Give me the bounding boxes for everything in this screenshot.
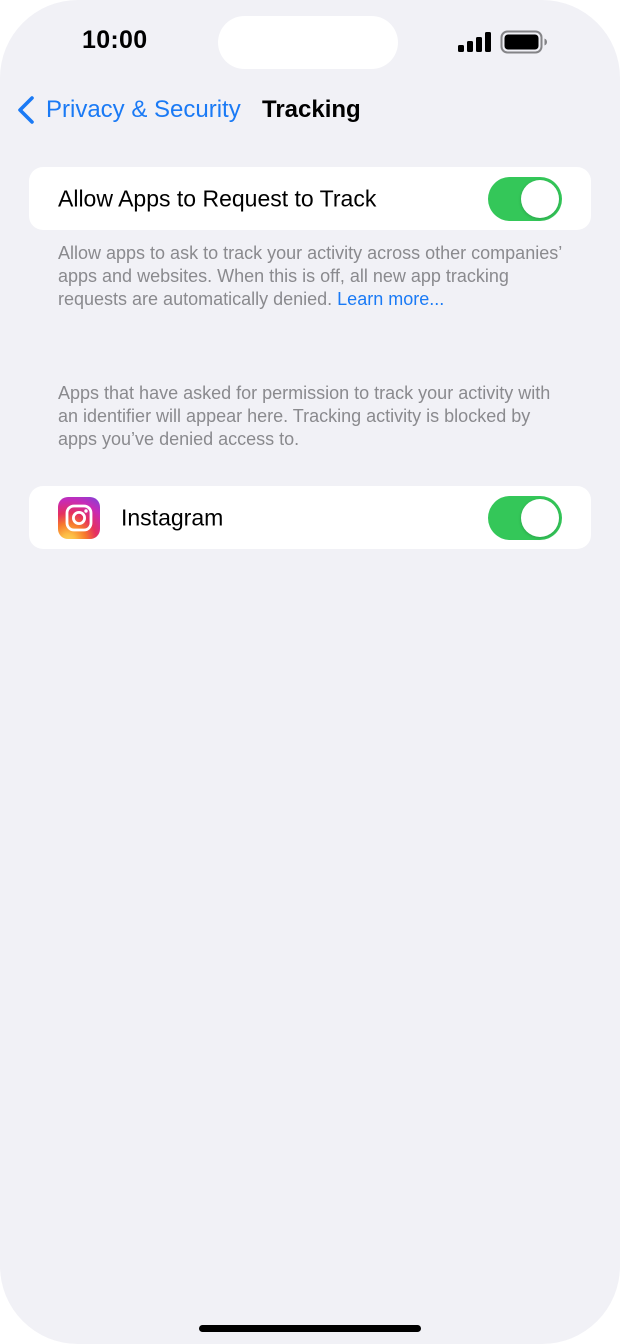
learn-more-link[interactable]: Learn more... [337,289,444,309]
app-row-instagram: Instagram [29,486,591,549]
instagram-tracking-toggle[interactable] [488,495,562,540]
instagram-icon [58,496,100,539]
status-time: 10:00 [82,26,148,54]
toggle-knob [521,179,559,218]
apps-section-footnote: Apps that have asked for permission to t… [58,383,551,449]
toggle-knob [521,498,559,537]
dynamic-island [218,16,398,69]
allow-tracking-label: Allow Apps to Request to Track [58,185,377,211]
phone-screen: 10:00 Privacy & Security Tracking Allow … [0,0,620,1344]
navigation-bar: Privacy & Security Tracking [0,86,620,134]
app-name: Instagram [121,504,224,530]
page-title: Tracking [262,96,361,123]
chevron-left-icon [18,96,34,124]
back-button[interactable]: Privacy & Security [16,92,241,128]
allow-tracking-footnote-text: Allow apps to ask to track your activity… [58,243,562,309]
allow-tracking-row: Allow Apps to Request to Track [29,167,591,230]
allow-tracking-toggle[interactable] [488,176,562,221]
allow-tracking-footnote: Allow apps to ask to track your activity… [58,242,568,311]
back-button-label: Privacy & Security [46,96,241,123]
home-indicator[interactable] [199,1325,421,1332]
battery-icon [500,30,547,54]
cellular-signal-icon [458,32,491,52]
